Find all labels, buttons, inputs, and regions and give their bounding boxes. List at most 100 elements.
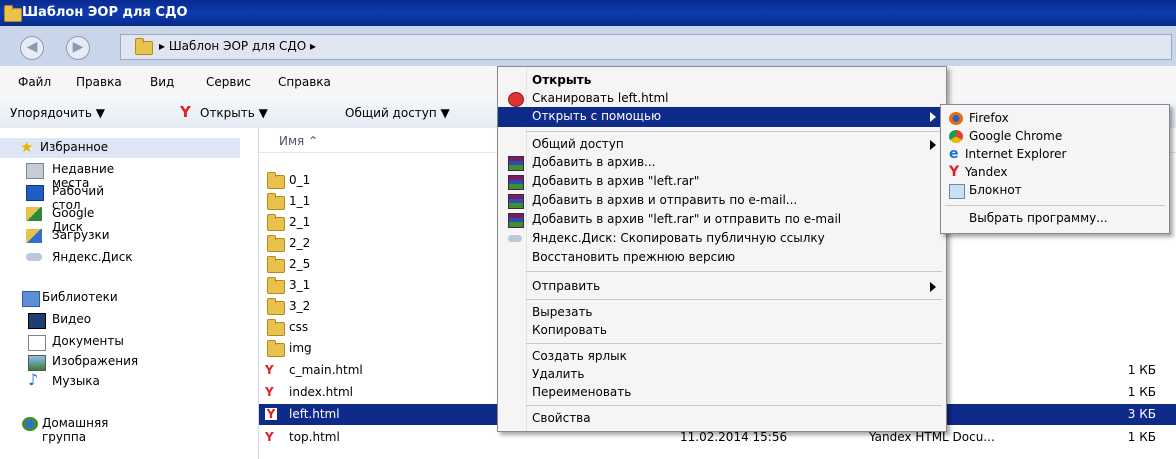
menu-label: Отправить bbox=[532, 279, 601, 293]
notepad-icon bbox=[949, 184, 965, 199]
file-size: 1 КБ bbox=[1127, 385, 1156, 399]
submenu-yandex[interactable]: Y Yandex bbox=[941, 163, 1169, 183]
libraries-icon bbox=[22, 291, 40, 307]
menu-label: Firefox bbox=[969, 111, 1009, 125]
submenu-firefox[interactable]: Firefox bbox=[941, 109, 1169, 129]
forward-button[interactable]: ▶ bbox=[66, 36, 90, 60]
menu-cut[interactable]: Вырезать bbox=[498, 303, 946, 323]
menu-label: Yandex bbox=[965, 165, 1008, 179]
file-name: img bbox=[289, 341, 312, 355]
share-button[interactable]: Общий доступ ▼ bbox=[345, 106, 450, 120]
yandex-icon: Y bbox=[949, 164, 960, 180]
submenu-chrome[interactable]: Google Chrome bbox=[941, 127, 1169, 147]
menu-label: Восстановить прежнюю версию bbox=[532, 250, 736, 264]
menu-label: Яндекс.Диск: Скопировать публичную ссылк… bbox=[532, 231, 825, 245]
file-name: index.html bbox=[289, 385, 353, 399]
desktop-icon bbox=[26, 185, 44, 201]
menu-edit[interactable]: Правка bbox=[76, 75, 122, 89]
yandex-html-icon: Y bbox=[265, 430, 274, 444]
menu-file[interactable]: Файл bbox=[18, 75, 51, 89]
menu-copy[interactable]: Копировать bbox=[498, 321, 946, 341]
menu-view[interactable]: Вид bbox=[150, 75, 174, 89]
file-name: c_main.html bbox=[289, 363, 363, 377]
winrar-icon bbox=[508, 213, 524, 228]
window-title: Шаблон ЭОР для СДО bbox=[22, 5, 188, 20]
menu-open[interactable]: Открыть bbox=[498, 71, 946, 91]
folder-icon bbox=[4, 5, 22, 22]
file-name: 2_5 bbox=[289, 257, 311, 271]
file-name: css bbox=[289, 320, 309, 334]
menu-add-rar-email[interactable]: Добавить в архив "left.rar" и отправить … bbox=[498, 210, 946, 230]
menu-separator bbox=[526, 343, 942, 344]
back-button[interactable]: ◀ bbox=[20, 36, 44, 60]
submenu-choose[interactable]: Выбрать программу... bbox=[941, 209, 1169, 229]
menu-separator bbox=[526, 405, 942, 406]
menu-separator bbox=[526, 131, 942, 132]
menu-label: Свойства bbox=[532, 411, 591, 425]
menu-rename[interactable]: Переименовать bbox=[498, 383, 946, 403]
submenu-arrow-icon bbox=[930, 282, 936, 292]
menu-label: Переименовать bbox=[532, 385, 632, 399]
folder-icon bbox=[267, 277, 285, 294]
music-icon: ♪ bbox=[28, 370, 39, 389]
nav-label: Видео bbox=[52, 312, 92, 326]
file-name: 0_1 bbox=[289, 173, 311, 187]
nav-favorites[interactable]: ★ Избранное bbox=[0, 138, 240, 158]
file-name: left.html bbox=[289, 407, 340, 421]
menu-ydisk-link[interactable]: Яндекс.Диск: Скопировать публичную ссылк… bbox=[498, 229, 946, 249]
menu-label: Копировать bbox=[532, 323, 607, 337]
menu-share[interactable]: Общий доступ bbox=[498, 135, 946, 155]
address-field[interactable]: ▸ Шаблон ЭОР для СДО ▸ bbox=[120, 34, 1172, 60]
yandex-html-icon: Y bbox=[265, 407, 277, 421]
yandex-html-icon: Y bbox=[265, 363, 274, 377]
google-drive-icon bbox=[26, 207, 42, 221]
menu-add-email[interactable]: Добавить в архив и отправить по e-mail..… bbox=[498, 191, 946, 211]
menu-label: Выбрать программу... bbox=[969, 211, 1108, 225]
submenu-ie[interactable]: e Internet Explorer bbox=[941, 145, 1169, 165]
winrar-icon bbox=[508, 175, 524, 190]
menu-label: Сканировать left.html bbox=[532, 91, 669, 105]
open-button[interactable]: Открыть ▼ bbox=[200, 106, 268, 120]
menu-open-with[interactable]: Открыть с помощью bbox=[498, 107, 946, 127]
nav-label: Домашняя группа bbox=[42, 416, 109, 444]
documents-icon bbox=[28, 335, 46, 351]
folder-icon bbox=[267, 298, 285, 315]
menu-add-rar[interactable]: Добавить в архив "left.rar" bbox=[498, 172, 946, 192]
nav-label: Яндекс.Диск bbox=[52, 250, 133, 264]
menu-add-archive[interactable]: Добавить в архив... bbox=[498, 153, 946, 173]
menu-separator bbox=[526, 271, 942, 272]
submenu-arrow-icon bbox=[930, 140, 936, 150]
recent-places-icon bbox=[26, 163, 44, 179]
file-date: 11.02.2014 15:56 bbox=[680, 430, 788, 444]
menu-label: Добавить в архив "left.rar" и отправить … bbox=[532, 212, 842, 226]
nav-label: Музыка bbox=[52, 374, 100, 388]
images-icon bbox=[28, 355, 46, 371]
folder-icon bbox=[267, 193, 285, 210]
menu-send[interactable]: Отправить bbox=[498, 277, 946, 297]
nav-label: Изображения bbox=[52, 354, 139, 368]
menu-delete[interactable]: Удалить bbox=[498, 365, 946, 385]
menu-scan[interactable]: Сканировать left.html bbox=[498, 89, 946, 109]
yandex-icon: Y bbox=[180, 103, 191, 121]
organize-button[interactable]: Упорядочить ▼ bbox=[10, 106, 105, 120]
folder-icon bbox=[267, 319, 285, 336]
column-name[interactable]: Имя ⌃ bbox=[279, 134, 318, 148]
menu-label: Открыть bbox=[532, 73, 592, 87]
winrar-icon bbox=[508, 194, 524, 209]
cloud-icon bbox=[26, 253, 42, 261]
menu-label: Internet Explorer bbox=[965, 147, 1067, 161]
antivirus-icon bbox=[508, 92, 524, 107]
nav-label: Избранное bbox=[40, 140, 109, 154]
menu-label: Добавить в архив "left.rar" bbox=[532, 174, 700, 188]
submenu-notepad[interactable]: Блокнот bbox=[941, 181, 1169, 201]
menu-restore[interactable]: Восстановить прежнюю версию bbox=[498, 248, 946, 268]
menu-label: Вырезать bbox=[532, 305, 593, 319]
video-icon bbox=[28, 313, 46, 329]
navigation-pane: ★ Избранное Недавние места Рабочий стол … bbox=[0, 128, 259, 459]
internet-explorer-icon: e bbox=[949, 146, 959, 162]
menu-help[interactable]: Справка bbox=[278, 75, 331, 89]
menu-label: Google Chrome bbox=[969, 129, 1063, 143]
menu-shortcut[interactable]: Создать ярлык bbox=[498, 347, 946, 367]
menu-service[interactable]: Сервис bbox=[206, 75, 251, 89]
menu-properties[interactable]: Свойства bbox=[498, 409, 946, 429]
